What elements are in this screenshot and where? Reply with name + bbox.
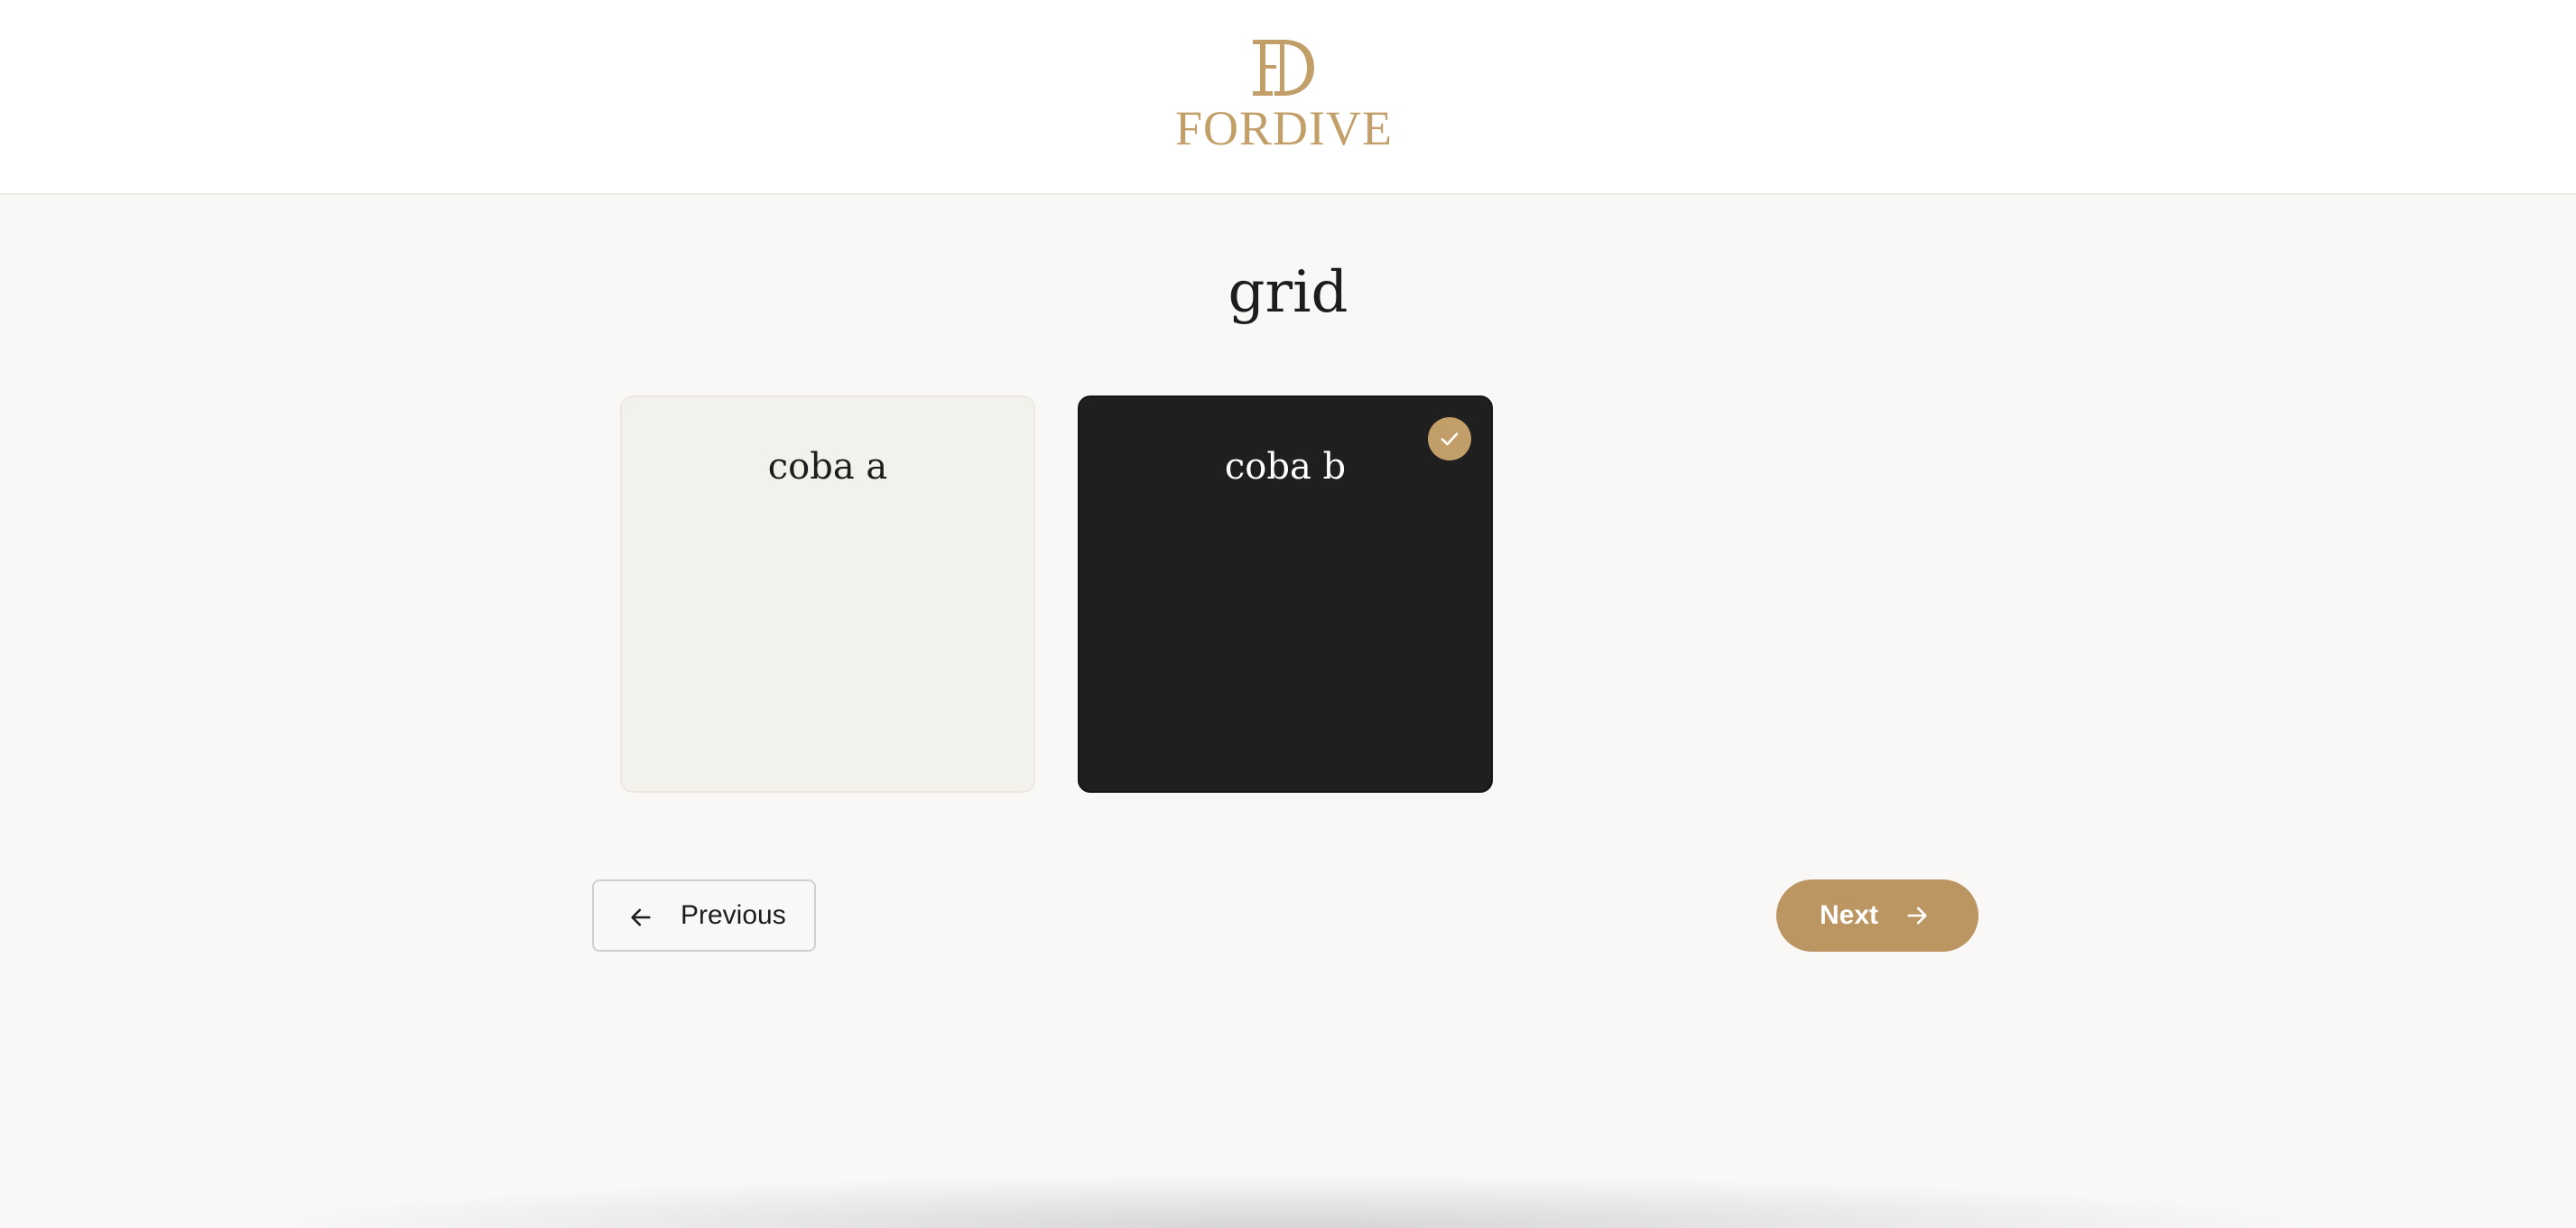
bottom-panel-shadow [244,1174,2332,1228]
option-card-coba-a[interactable]: coba a [620,395,1035,793]
fordive-logo[interactable]: FORDIVE [1175,34,1392,155]
fordive-logo-icon [1253,40,1314,96]
previous-label: Previous [681,900,786,930]
previous-button[interactable]: Previous [592,879,816,952]
page-title: grid [1228,259,1348,326]
option-card-coba-b[interactable]: coba b [1078,395,1493,793]
check-icon [1441,433,1459,446]
logo-wordmark: FORDIVE [1175,101,1394,155]
option-label: coba b [1224,446,1347,488]
arrow-right-icon [1907,907,1927,925]
selected-badge [1428,417,1471,460]
arrow-left-icon [631,908,651,926]
site-header: FORDIVE [0,0,2576,195]
next-button[interactable]: Next [1776,879,1978,952]
next-label: Next [1820,900,1879,930]
option-label: coba a [767,446,888,488]
